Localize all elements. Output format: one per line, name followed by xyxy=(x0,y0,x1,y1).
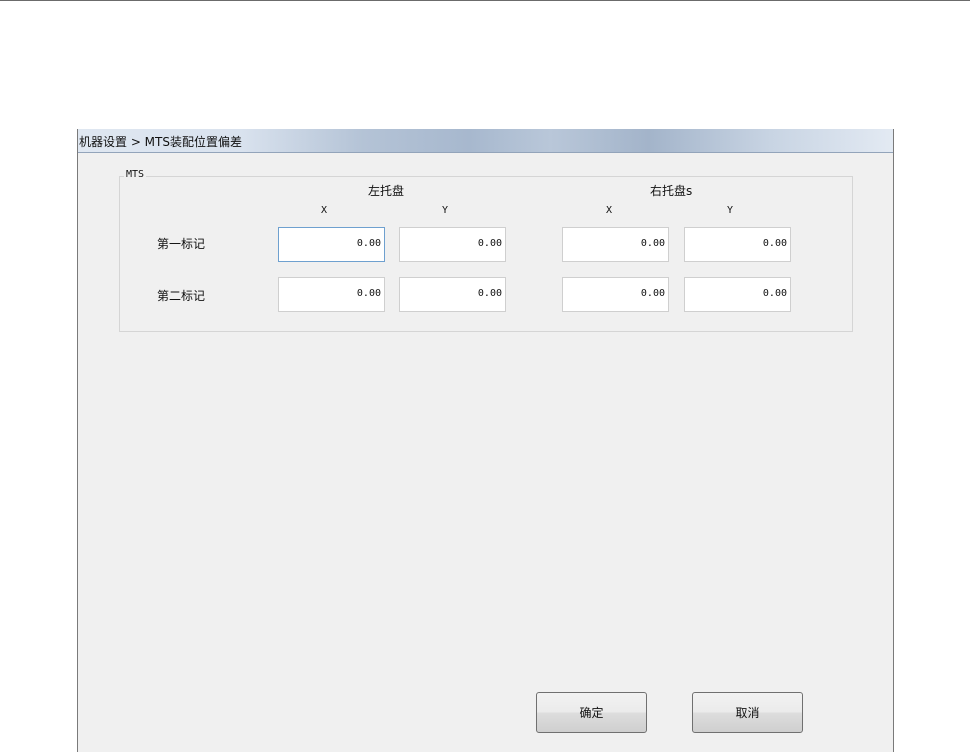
title-bar: 机器设置 > MTS装配位置偏差 xyxy=(78,129,893,153)
first-mark-right-y-value: 0.00 xyxy=(762,238,787,249)
first-mark-right-y-input[interactable]: 0.00 xyxy=(684,227,791,262)
cancel-button[interactable]: 取消 xyxy=(692,692,803,733)
window-title: 机器设置 > MTS装配位置偏差 xyxy=(79,135,242,149)
right-tray-header: 右托盘s xyxy=(650,184,693,198)
second-mark-right-x-value: 0.00 xyxy=(640,288,665,299)
first-mark-left-x-input[interactable]: 0.00 xyxy=(278,227,385,262)
right-tray-x-label: X xyxy=(606,205,613,216)
first-mark-right-x-value: 0.00 xyxy=(640,238,665,249)
left-tray-header: 左托盘 xyxy=(368,184,405,198)
right-tray-y-label: Y xyxy=(727,205,734,216)
second-mark-left-y-value: 0.00 xyxy=(477,288,502,299)
second-mark-right-y-value: 0.00 xyxy=(762,288,787,299)
ok-button[interactable]: 确定 xyxy=(536,692,647,733)
top-divider xyxy=(0,0,970,1)
second-mark-right-y-input[interactable]: 0.00 xyxy=(684,277,791,312)
left-tray-x-label: X xyxy=(321,205,328,216)
mts-group-label: MTS xyxy=(124,169,147,180)
first-mark-left-y-input[interactable]: 0.00 xyxy=(399,227,506,262)
settings-dialog: 机器设置 > MTS装配位置偏差 MTS 左托盘 X Y 右托盘s X Y 第一… xyxy=(77,129,894,752)
second-mark-left-y-input[interactable]: 0.00 xyxy=(399,277,506,312)
first-mark-left-x-value: 0.00 xyxy=(356,238,381,249)
first-mark-right-x-input[interactable]: 0.00 xyxy=(562,227,669,262)
first-mark-label: 第一标记 xyxy=(157,237,206,251)
second-mark-right-x-input[interactable]: 0.00 xyxy=(562,277,669,312)
first-mark-left-y-value: 0.00 xyxy=(477,238,502,249)
second-mark-label: 第二标记 xyxy=(157,289,206,303)
left-tray-y-label: Y xyxy=(442,205,449,216)
second-mark-left-x-input[interactable]: 0.00 xyxy=(278,277,385,312)
second-mark-left-x-value: 0.00 xyxy=(356,288,381,299)
